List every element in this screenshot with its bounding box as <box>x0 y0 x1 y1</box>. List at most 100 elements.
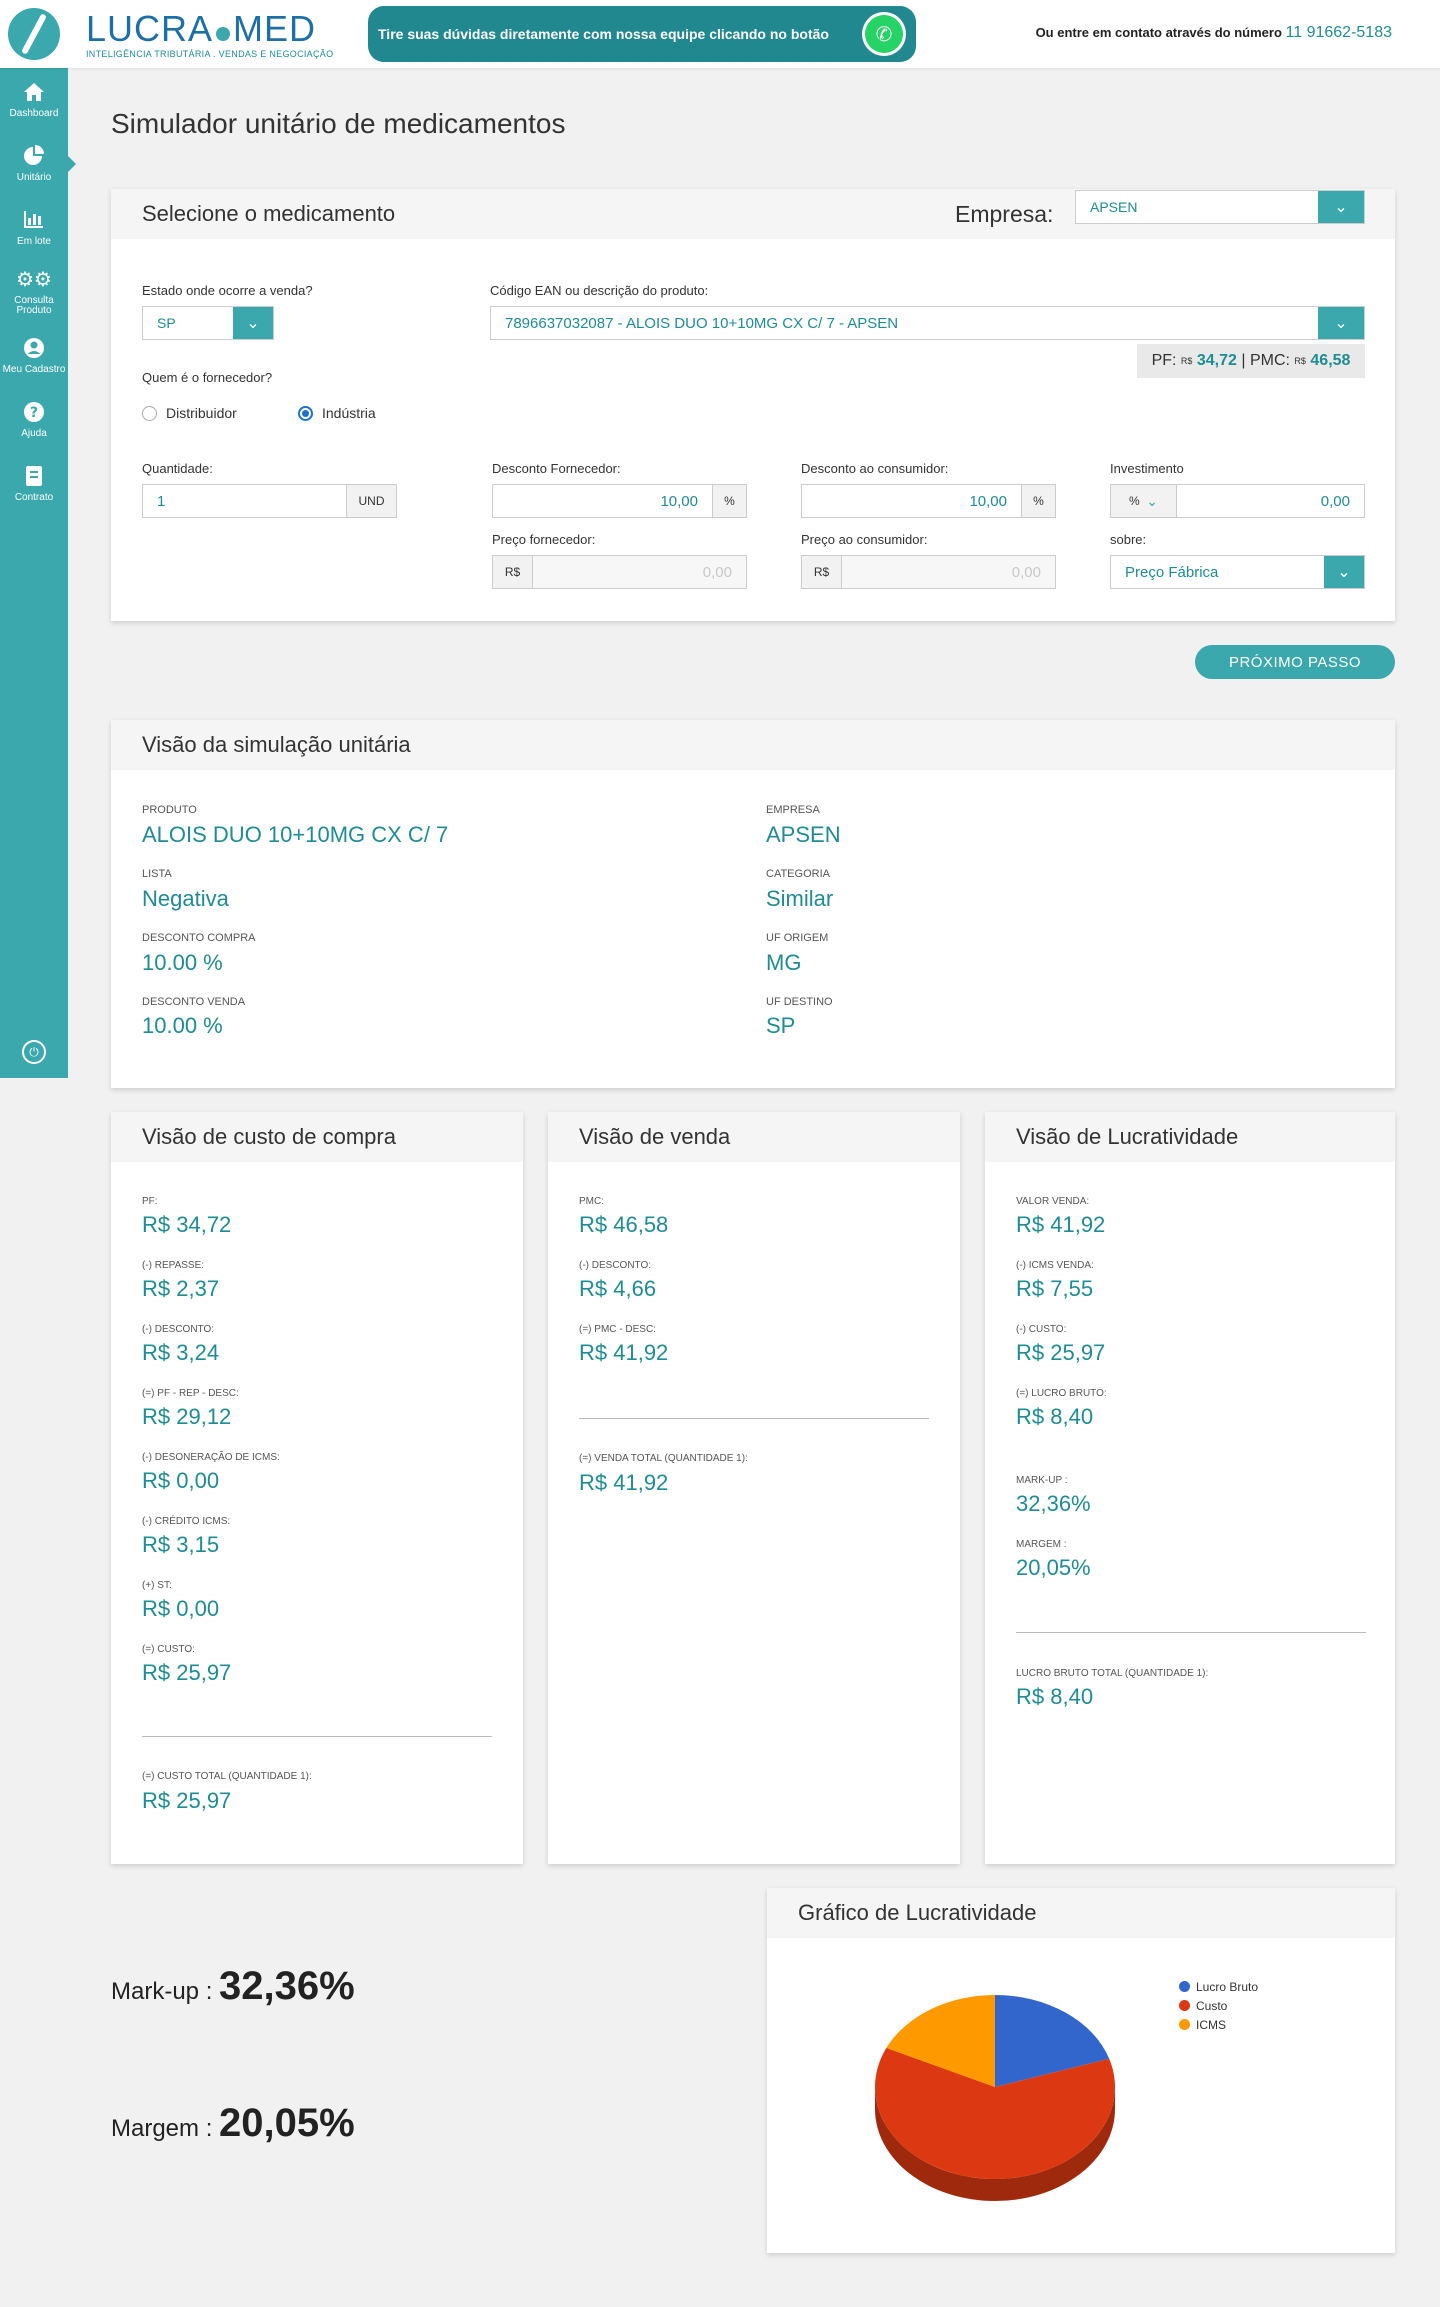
brand-name: LUCRA MED <box>86 10 333 48</box>
compra-item-value: R$ 0,00 <box>142 1468 220 1493</box>
lucro-item-label: (-) CUSTO: <box>1016 1324 1067 1335</box>
legend-swatch <box>1179 2000 1190 2011</box>
legend-swatch <box>1179 2019 1190 2030</box>
brand-right: MED <box>233 8 317 49</box>
legend-item[interactable]: Lucro Bruto <box>1179 1977 1258 1996</box>
empresa-label: Empresa: <box>955 201 1054 227</box>
pie-chart <box>875 1995 1115 2201</box>
percent-addon: % <box>1021 485 1055 517</box>
lucro-item-value: R$ 8,40 <box>1016 1404 1094 1429</box>
desconto-compra-value: 10.00 % <box>142 950 223 975</box>
gears-icon: ⚙⚙ <box>16 269 52 291</box>
lucro-item-value: R$ 7,55 <box>1016 1276 1094 1301</box>
card-header: Visão de Lucratividade <box>985 1112 1395 1162</box>
compra-divider <box>142 1736 492 1737</box>
investimento-unit-select[interactable]: % ⌄ <box>1111 485 1177 517</box>
sidebar-item-meu-cadastro[interactable]: Meu Cadastro <box>0 324 68 388</box>
compra-item-value: R$ 34,72 <box>142 1212 232 1237</box>
empresa-info-label: EMPRESA <box>766 804 820 816</box>
contact-number[interactable]: 11 91662-5183 <box>1286 24 1392 41</box>
sidebar-item-label: Unitário <box>16 172 52 183</box>
ean-select[interactable]: 7896637032087 - ALOIS DUO 10+10MG CX C/ … <box>490 306 1365 340</box>
margem-label: Margem : <box>111 2115 213 2142</box>
compra-item-label: PF: <box>142 1196 158 1207</box>
logo-icon <box>8 8 60 60</box>
brand-subtitle: INTELIGÊNCIA TRIBUTÁRIA . VENDAS E NEGOC… <box>86 49 334 59</box>
user-icon <box>23 337 45 363</box>
estado-select[interactable]: SP ⌄ <box>142 306 274 340</box>
empresa-select[interactable]: APSEN ⌄ <box>1075 190 1365 224</box>
sidebar-item-consulta-produto[interactable]: ⚙⚙ Consulta Produto <box>0 260 68 324</box>
lista-value: Negativa <box>142 886 229 911</box>
whatsapp-icon[interactable]: ✆ <box>862 12 906 56</box>
power-icon[interactable]: ⏻ <box>22 1040 46 1064</box>
sidebar-item-em-lote[interactable]: Em lote <box>0 196 68 260</box>
lista-label: LISTA <box>142 868 172 880</box>
compra-item-label: (=) PF - REP - DESC: <box>142 1388 239 1399</box>
margem-stat: Margem : 20,05% <box>111 2101 355 2146</box>
quantidade-label: Quantidade: <box>142 461 213 476</box>
pf-value: 34,72 <box>1196 352 1237 369</box>
legend-swatch <box>1179 1981 1190 1992</box>
sidebar-item-label: Meu Cadastro <box>2 364 66 375</box>
quantidade-value: 1 <box>157 492 166 510</box>
desconto-fornecedor-value: 10,00 <box>660 492 698 510</box>
whatsapp-text: Tire suas dúvidas diretamente com nossa … <box>378 26 829 42</box>
card-header: Visão de venda <box>548 1112 960 1162</box>
radio-industria[interactable]: Indústria <box>298 405 376 421</box>
desconto-venda-label: DESCONTO VENDA <box>142 996 246 1008</box>
quantidade-input[interactable]: 1 UND <box>142 484 397 518</box>
venda-item-value: R$ 41,92 <box>579 1340 669 1365</box>
radio-dot-selected <box>298 405 313 421</box>
venda-item-label: (=) PMC - DESC: <box>579 1324 656 1335</box>
whatsapp-banner[interactable]: Tire suas dúvidas diretamente com nossa … <box>368 6 916 62</box>
lucro-ratio-label: MARGEM : <box>1016 1539 1067 1550</box>
sobre-select[interactable]: Preço Fábrica ⌄ <box>1110 555 1365 589</box>
compra-total-label: (=) CUSTO TOTAL (QUANTIDADE 1): <box>142 1771 312 1782</box>
preco-consumidor-input[interactable]: R$ 0,00 <box>801 555 1056 589</box>
compra-item-label: (-) DESONERAÇÃO DE ICMS: <box>142 1452 280 1463</box>
markup-label: Mark-up : <box>111 1978 213 2005</box>
compra-item-label: (=) CUSTO: <box>142 1644 195 1655</box>
lucro-total-value: R$ 8,40 <box>1016 1684 1094 1709</box>
card-title: Visão de Lucratividade <box>1016 1124 1239 1149</box>
next-step-button[interactable]: PRÓXIMO PASSO <box>1195 645 1395 679</box>
brand: LUCRA MED INTELIGÊNCIA TRIBUTÁRIA . VENDA… <box>86 10 334 60</box>
pmc-label: PMC: <box>1249 352 1290 369</box>
desconto-consumidor-value: 10,00 <box>969 492 1007 510</box>
preco-fornecedor-input[interactable]: R$ 0,00 <box>492 555 747 589</box>
legend-item[interactable]: ICMS <box>1179 2015 1258 2034</box>
sidebar-item-label: Dashboard <box>9 108 59 119</box>
contact-info: Ou entre em contato através do número 11… <box>1036 24 1392 42</box>
sidebar-item-ajuda[interactable]: ? Ajuda <box>0 388 68 452</box>
lucro-item-label: (=) LUCRO BRUTO: <box>1016 1388 1107 1399</box>
markup-stat: Mark-up : 32,36% <box>111 1964 355 2009</box>
chevron-down-icon: ⌄ <box>233 307 273 339</box>
radio-label: Indústria <box>322 405 376 421</box>
sidebar-item-dashboard[interactable]: Dashboard <box>0 68 68 132</box>
preco-fornecedor-label: Preço fornecedor: <box>492 532 596 547</box>
lucro-item-label: VALOR VENDA: <box>1016 1196 1090 1207</box>
chevron-down-icon: ⌄ <box>1324 556 1364 588</box>
compra-item-value: R$ 29,12 <box>142 1404 232 1429</box>
percent-addon: % <box>712 485 746 517</box>
sidebar-item-contrato[interactable]: Contrato <box>0 452 68 516</box>
preco-fornecedor-placeholder: 0,00 <box>702 563 732 581</box>
radio-distribuidor[interactable]: Distribuidor <box>142 405 237 421</box>
categoria-label: CATEGORIA <box>766 868 830 880</box>
contact-text: Ou entre em contato através do número <box>1035 25 1282 40</box>
desconto-fornecedor-input[interactable]: 10,00 % <box>492 484 747 518</box>
desconto-consumidor-input[interactable]: 10,00 % <box>801 484 1056 518</box>
app-logo[interactable] <box>0 0 68 68</box>
investimento-label: Investimento <box>1110 461 1184 476</box>
sidebar-item-unitario[interactable]: Unitário <box>0 132 76 196</box>
pmc-currency: R$ <box>1294 356 1306 366</box>
lucro-divider <box>1016 1632 1366 1633</box>
chevron-down-icon: ⌄ <box>1318 307 1364 339</box>
investimento-input[interactable]: % ⌄ 0,00 <box>1110 484 1365 518</box>
legend-item[interactable]: Custo <box>1179 1996 1258 2015</box>
bar-chart-icon <box>23 209 45 235</box>
desconto-consumidor-label: Desconto ao consumidor: <box>801 461 949 476</box>
card-header: Visão de custo de compra <box>111 1112 523 1162</box>
desconto-venda-value: 10.00 % <box>142 1013 223 1038</box>
